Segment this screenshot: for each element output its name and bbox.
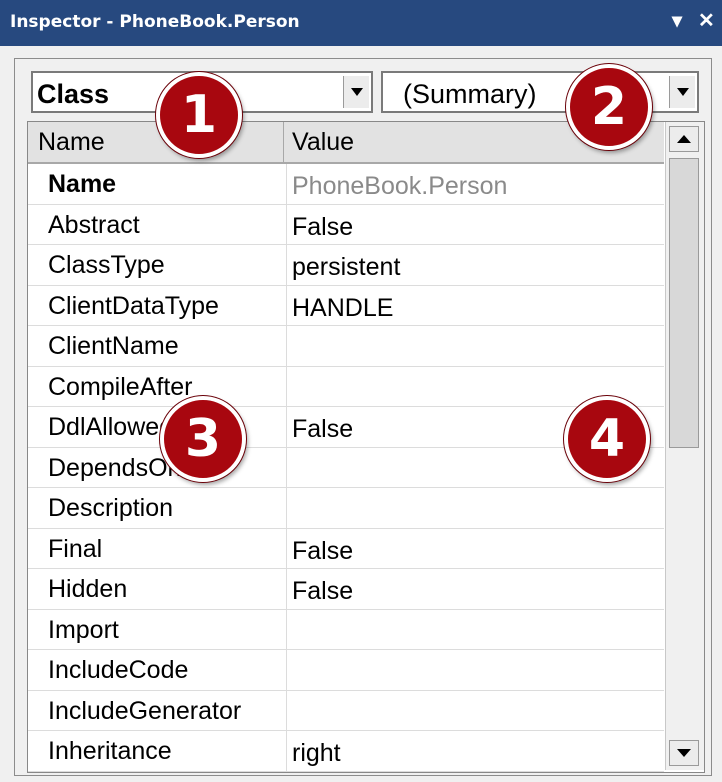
property-row[interactable]: Import [28, 609, 664, 650]
property-value[interactable]: False [292, 537, 353, 566]
property-name: Import [48, 615, 119, 644]
property-row[interactable]: ClientDataType HANDLE [28, 285, 664, 326]
column-divider[interactable] [283, 122, 284, 164]
property-row[interactable]: IncludeGenerator [28, 690, 664, 731]
callout-badge-1: 1 [156, 72, 242, 158]
property-row[interactable]: ClientName [28, 326, 664, 367]
window-title: Inspector - PhoneBook.Person [10, 12, 300, 32]
grid-header: Name Value [28, 122, 664, 164]
property-name: ClientName [48, 332, 179, 360]
property-row[interactable]: Abstract False [28, 204, 664, 245]
property-row[interactable]: ClassType persistent [28, 245, 664, 286]
property-name: Final [48, 534, 103, 563]
property-row[interactable]: IncludeCode [28, 650, 664, 691]
callout-badge-2: 2 [566, 64, 652, 150]
inspector-window: Inspector - PhoneBook.Person ▾ ✕ Class (… [0, 0, 722, 782]
callout-badge-3: 3 [160, 396, 246, 482]
view-selector-value: (Summary) [403, 79, 537, 109]
property-value[interactable]: HANDLE [292, 294, 393, 323]
property-name: Hidden [48, 575, 128, 603]
property-value[interactable]: right [292, 739, 341, 768]
property-value[interactable]: False [292, 577, 353, 606]
dropdown-menu-icon[interactable]: ▾ [672, 8, 682, 33]
class-selector-value: Class [37, 79, 110, 109]
property-rows: Name PhoneBook.Person Abstract False Class… [28, 164, 664, 772]
class-selector-dropdown-icon[interactable] [343, 76, 369, 108]
column-header-name[interactable]: Name [38, 128, 105, 157]
property-name: CompileAfter [48, 372, 193, 401]
property-value[interactable]: persistent [292, 253, 400, 282]
property-row[interactable]: Hidden False [28, 569, 664, 610]
callout-badge-4: 4 [564, 396, 650, 482]
property-row[interactable]: CompileAfter [28, 366, 664, 407]
property-name: Name [48, 170, 117, 198]
property-row[interactable]: Description [28, 488, 664, 529]
property-name: Inheritance [48, 737, 172, 765]
column-header-value[interactable]: Value [292, 128, 354, 157]
property-name: ClassType [48, 251, 165, 279]
close-icon[interactable]: ✕ [698, 8, 715, 33]
property-name: Description [48, 494, 174, 522]
property-row[interactable]: Final False [28, 528, 664, 569]
property-name: IncludeCode [48, 656, 189, 684]
property-name: Abstract [48, 210, 140, 239]
property-value[interactable]: False [292, 213, 353, 242]
view-selector-dropdown-icon[interactable] [669, 76, 695, 108]
property-row[interactable]: Name PhoneBook.Person [28, 164, 664, 205]
title-bar: Inspector - PhoneBook.Person ▾ ✕ [0, 0, 722, 46]
property-name: ClientDataType [48, 291, 219, 320]
property-value[interactable]: False [292, 415, 353, 444]
vertical-scrollbar[interactable] [665, 122, 704, 770]
scroll-up-icon[interactable] [669, 126, 699, 152]
property-row[interactable]: Inheritance right [28, 731, 664, 772]
scrollbar-thumb[interactable] [669, 158, 699, 448]
scroll-down-icon[interactable] [669, 740, 699, 766]
property-name: IncludeGenerator [48, 696, 242, 725]
property-value[interactable]: PhoneBook.Person [292, 172, 507, 201]
